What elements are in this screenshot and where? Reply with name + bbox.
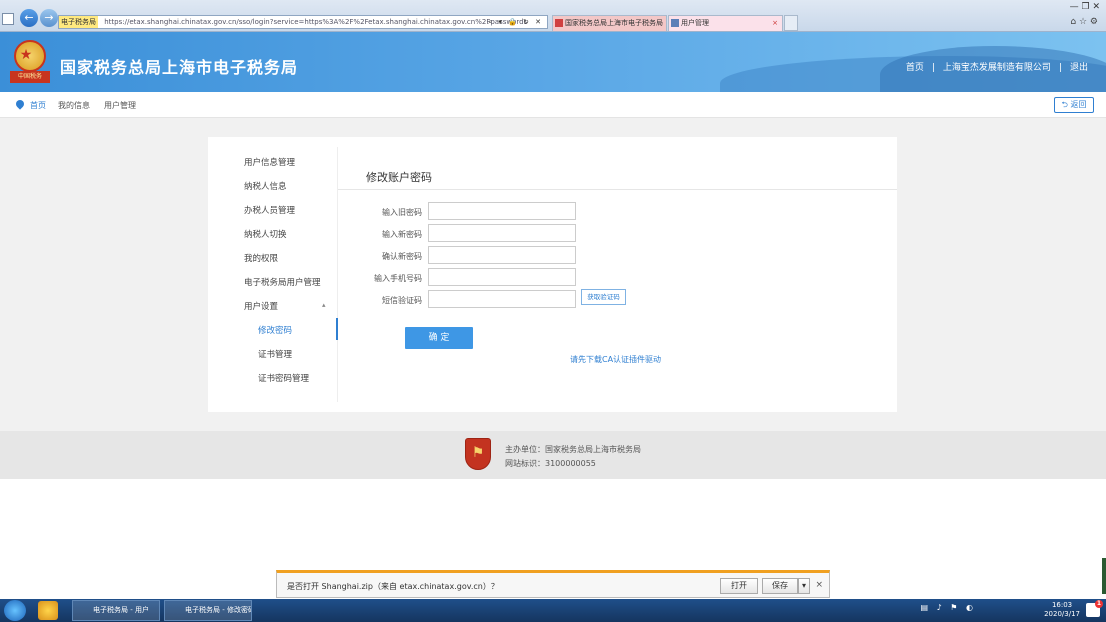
header-logout-link[interactable]: 退出 — [1070, 63, 1088, 73]
task-label: 电子税务局 - 修改密码 — [185, 606, 252, 614]
start-button[interactable] — [4, 600, 26, 621]
forward-nav-button[interactable]: → — [40, 9, 58, 27]
taskbar-task-browser[interactable]: 电子税务局 - 用户 — [72, 600, 160, 621]
footer-party-emblem-icon: ⚑ — [465, 438, 491, 470]
clock-time: 16:03 — [1051, 601, 1073, 609]
open-button[interactable]: 打开 — [720, 578, 758, 594]
site-title: 国家税务总局上海市电子税务局 — [60, 58, 299, 77]
active-indicator — [336, 318, 338, 340]
taskbar-task-browser-2[interactable]: 电子税务局 - 修改密码 — [164, 600, 252, 621]
footer-site-id: 网站标识：3100000055 — [505, 459, 596, 468]
site-footer: ⚑ 主办单位：国家税务总局上海市税务局 网站标识：3100000055 — [0, 431, 1106, 479]
address-chip: 电子税务局 — [59, 16, 98, 28]
windows-taskbar: 电子税务局 - 用户 电子税务局 - 修改密码 ▤ ♪ ⚑ ◐ 16:03 20… — [0, 599, 1106, 622]
tab-user-management[interactable]: 用户管理 × — [668, 15, 783, 31]
submit-button[interactable]: 确 定 — [405, 327, 473, 349]
page-icon — [2, 13, 14, 25]
phone-label: 输入手机号码 — [374, 274, 422, 283]
download-notification-bar: 是否打开 Shanghai.zip（来自 etax.chinatax.gov.c… — [276, 570, 830, 598]
address-url: https://etax.shanghai.chinatax.gov.cn/ss… — [104, 18, 528, 26]
breadcrumb-user-management: 用户管理 — [104, 101, 136, 110]
form-title: 修改账户密码 — [366, 171, 432, 184]
get-code-button[interactable]: 获取验证码 — [581, 289, 626, 305]
sidebar-item-user-info[interactable]: 用户信息管理 — [244, 156, 295, 168]
new-tab-button[interactable] — [784, 15, 798, 31]
address-bar[interactable]: 电子税务局 https://etax.shanghai.chinatax.gov… — [58, 15, 548, 29]
task-label: 电子税务局 - 用户 — [93, 606, 149, 614]
tab-favicon-icon — [555, 19, 563, 27]
save-options-dropdown[interactable]: ▾ — [798, 578, 810, 594]
back-label: 返回 — [1070, 100, 1087, 109]
notification-count: 1 — [1095, 600, 1103, 608]
browser-toolbar-icons[interactable]: ⌂ ☆ ⚙ — [1070, 17, 1098, 27]
download-message: 是否打开 Shanghai.zip（来自 etax.chinatax.gov.c… — [287, 582, 499, 591]
tax-emblem-logo: ★ 中国税务 — [10, 40, 50, 84]
header-company-link[interactable]: 上海宝杰发展制造有限公司 — [943, 63, 1051, 73]
explorer-icon[interactable] — [38, 601, 58, 620]
sms-code-label: 短信验证码 — [382, 296, 422, 305]
tab-tax-bureau[interactable]: 国家税务总局上海市电子税务局 — [552, 15, 667, 31]
breadcrumb-home[interactable]: 首页 — [30, 100, 46, 111]
sidebar-item-taxpayer-switch[interactable]: 纳税人切换 — [244, 228, 287, 240]
notification-icon[interactable]: 1 — [1086, 600, 1103, 617]
breadcrumb-my-info[interactable]: 我的信息 — [58, 100, 90, 111]
sidebar-item-certificates[interactable]: 证书管理 — [258, 348, 292, 360]
site-banner: ★ 中国税务 国家税务总局上海市电子税务局 首页 | 上海宝杰发展制造有限公司 | 退出 — [0, 32, 1106, 92]
sidebar-item-user-settings[interactable]: 用户设置 — [244, 300, 278, 312]
tab-label: 国家税务总局上海市电子税务局 — [565, 19, 663, 27]
tab-favicon-icon — [671, 19, 679, 27]
main-panel: 用户信息管理 纳税人信息 办税人员管理 纳税人切换 我的权限 电子税务局用户管理… — [208, 137, 897, 412]
address-tools[interactable]: ⌕ ▾ 🔒 ↻ ✕ — [488, 16, 543, 28]
back-nav-button[interactable]: ← — [20, 9, 38, 27]
system-tray-icons[interactable]: ▤ ♪ ⚑ ◐ — [921, 603, 976, 612]
divider — [338, 189, 897, 190]
footer-organizer: 主办单位：国家税务总局上海市税务局 — [505, 445, 641, 454]
sidebar-item-permissions[interactable]: 我的权限 — [244, 252, 278, 264]
header-separator: | — [1058, 63, 1062, 73]
browser-chrome: ← → 电子税务局 https://etax.shanghai.chinatax… — [0, 0, 1106, 32]
header-separator: | — [931, 63, 935, 73]
ca-plugin-download-link[interactable]: 请先下载CA认证插件驱动 — [570, 354, 661, 365]
window-controls[interactable]: — ❐ ✕ — [1070, 2, 1100, 12]
sidebar-item-change-password[interactable]: 修改密码 — [258, 324, 292, 336]
tab-label: 用户管理 — [681, 19, 709, 27]
new-password-label: 输入新密码 — [382, 230, 422, 239]
tab-close-icon[interactable]: × — [772, 16, 778, 31]
breadcrumb: 首页 我的信息 用户管理 ⮌ 返回 — [0, 92, 1106, 118]
header-home-link[interactable]: 首页 — [906, 63, 924, 73]
collapse-caret-icon[interactable]: ▴ — [322, 301, 326, 309]
taskbar-clock[interactable]: 16:03 2020/3/17 — [1044, 601, 1080, 619]
sidebar-item-taxpayer-info[interactable]: 纳税人信息 — [244, 180, 287, 192]
old-password-input[interactable] — [428, 202, 576, 220]
sidebar-item-tax-staff[interactable]: 办税人员管理 — [244, 204, 295, 216]
sidebar-item-etax-users[interactable]: 电子税务局用户管理 — [244, 276, 321, 288]
confirm-password-input[interactable] — [428, 246, 576, 264]
sidebar-item-cert-password[interactable]: 证书密码管理 — [258, 372, 309, 384]
edge-widget — [1102, 558, 1106, 594]
header-links: 首页 | 上海宝杰发展制造有限公司 | 退出 — [902, 60, 1092, 73]
sms-code-input[interactable] — [428, 290, 576, 308]
location-pin-icon — [14, 98, 26, 110]
save-button[interactable]: 保存 — [762, 578, 798, 594]
back-button[interactable]: ⮌ 返回 — [1054, 97, 1094, 113]
sidebar-menu: 用户信息管理 纳税人信息 办税人员管理 纳税人切换 我的权限 电子税务局用户管理… — [208, 147, 338, 402]
clock-date: 2020/3/17 — [1044, 610, 1080, 618]
phone-input[interactable] — [428, 268, 576, 286]
confirm-password-label: 确认新密码 — [382, 252, 422, 261]
new-password-input[interactable] — [428, 224, 576, 242]
old-password-label: 输入旧密码 — [382, 208, 422, 217]
close-icon[interactable]: × — [815, 580, 823, 590]
